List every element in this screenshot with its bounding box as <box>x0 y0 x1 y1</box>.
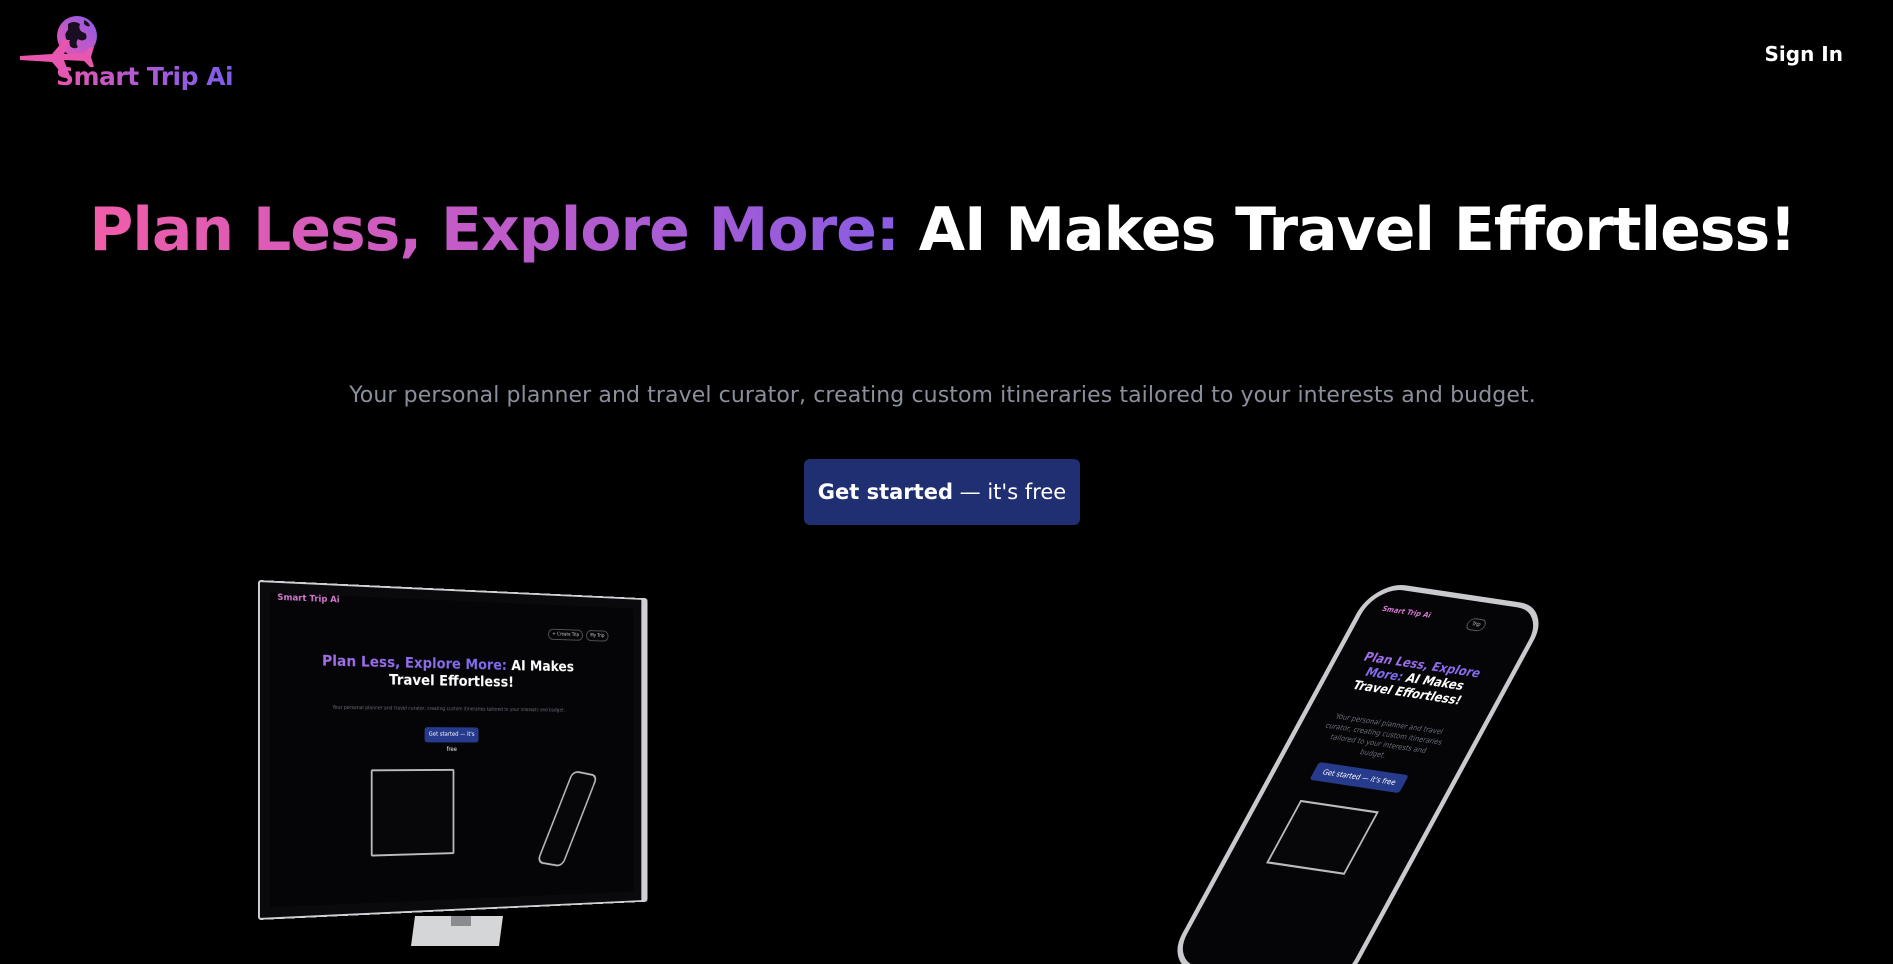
desktop-preview-screen: Smart Trip Ai + Create Trip My Trip Plan… <box>258 580 648 920</box>
phone-preview-cta-button: Get started — it's free <box>1309 761 1409 794</box>
preview-create-trip-button: + Create Trip <box>548 628 584 641</box>
preview-nested-monitor <box>370 768 455 857</box>
monitor-stand <box>411 916 503 946</box>
preview-my-trip-button: My Trip <box>586 630 609 642</box>
preview-title: Plan Less, Explore More: AI Makes Travel… <box>317 652 578 692</box>
phone-preview-nested-monitor <box>1265 799 1379 875</box>
hero-title-main: AI Makes Travel Effortless! <box>918 195 1797 265</box>
cta-label-strong: Get started <box>817 480 953 504</box>
hero-title: Plan Less, Explore More: AI Makes Travel… <box>0 195 1885 265</box>
cta-label-light: — it's free <box>959 480 1067 504</box>
phone-preview-subtitle: Your personal planner and travel curator… <box>1323 712 1445 760</box>
phone-preview-logo-text: Smart Trip Ai <box>1380 604 1433 620</box>
logo[interactable]: Smart Trip Ai <box>18 14 248 94</box>
hero-subtitle: Your personal planner and travel curator… <box>349 383 1536 408</box>
preview-logo-text: Smart Trip Ai <box>277 592 340 606</box>
hero-title-highlight: Plan Less, Explore More: <box>89 195 899 265</box>
phone-preview-trip-button: Trip <box>1464 617 1489 632</box>
mobile-preview-mockup: Smart Trip Ai Trip Plan Less, Explore Mo… <box>1164 580 1552 964</box>
preview-title-highlight: Plan Less, Explore More: <box>321 651 507 674</box>
landing-page: Smart Trip Ai Sign In Plan Less, Explore… <box>0 0 1893 964</box>
mobile-preview-screen: Smart Trip Ai Trip Plan Less, Explore Mo… <box>1164 580 1552 964</box>
get-started-button[interactable]: Get started — it's free <box>804 459 1080 525</box>
preview-cta-button: Get started — it's free <box>424 727 479 753</box>
logo-text: Smart Trip Ai <box>56 62 234 91</box>
desktop-preview-mockup: Smart Trip Ai + Create Trip My Trip Plan… <box>258 580 710 946</box>
preview-nested-phone <box>536 769 599 868</box>
preview-subtitle: Your personal planner and travel curator… <box>332 704 565 714</box>
sign-in-link[interactable]: Sign In <box>1765 42 1843 66</box>
preview-nav: + Create Trip My Trip <box>548 628 609 642</box>
phone-preview-title: Plan Less, Explore More: AI Makes Travel… <box>1338 648 1491 709</box>
